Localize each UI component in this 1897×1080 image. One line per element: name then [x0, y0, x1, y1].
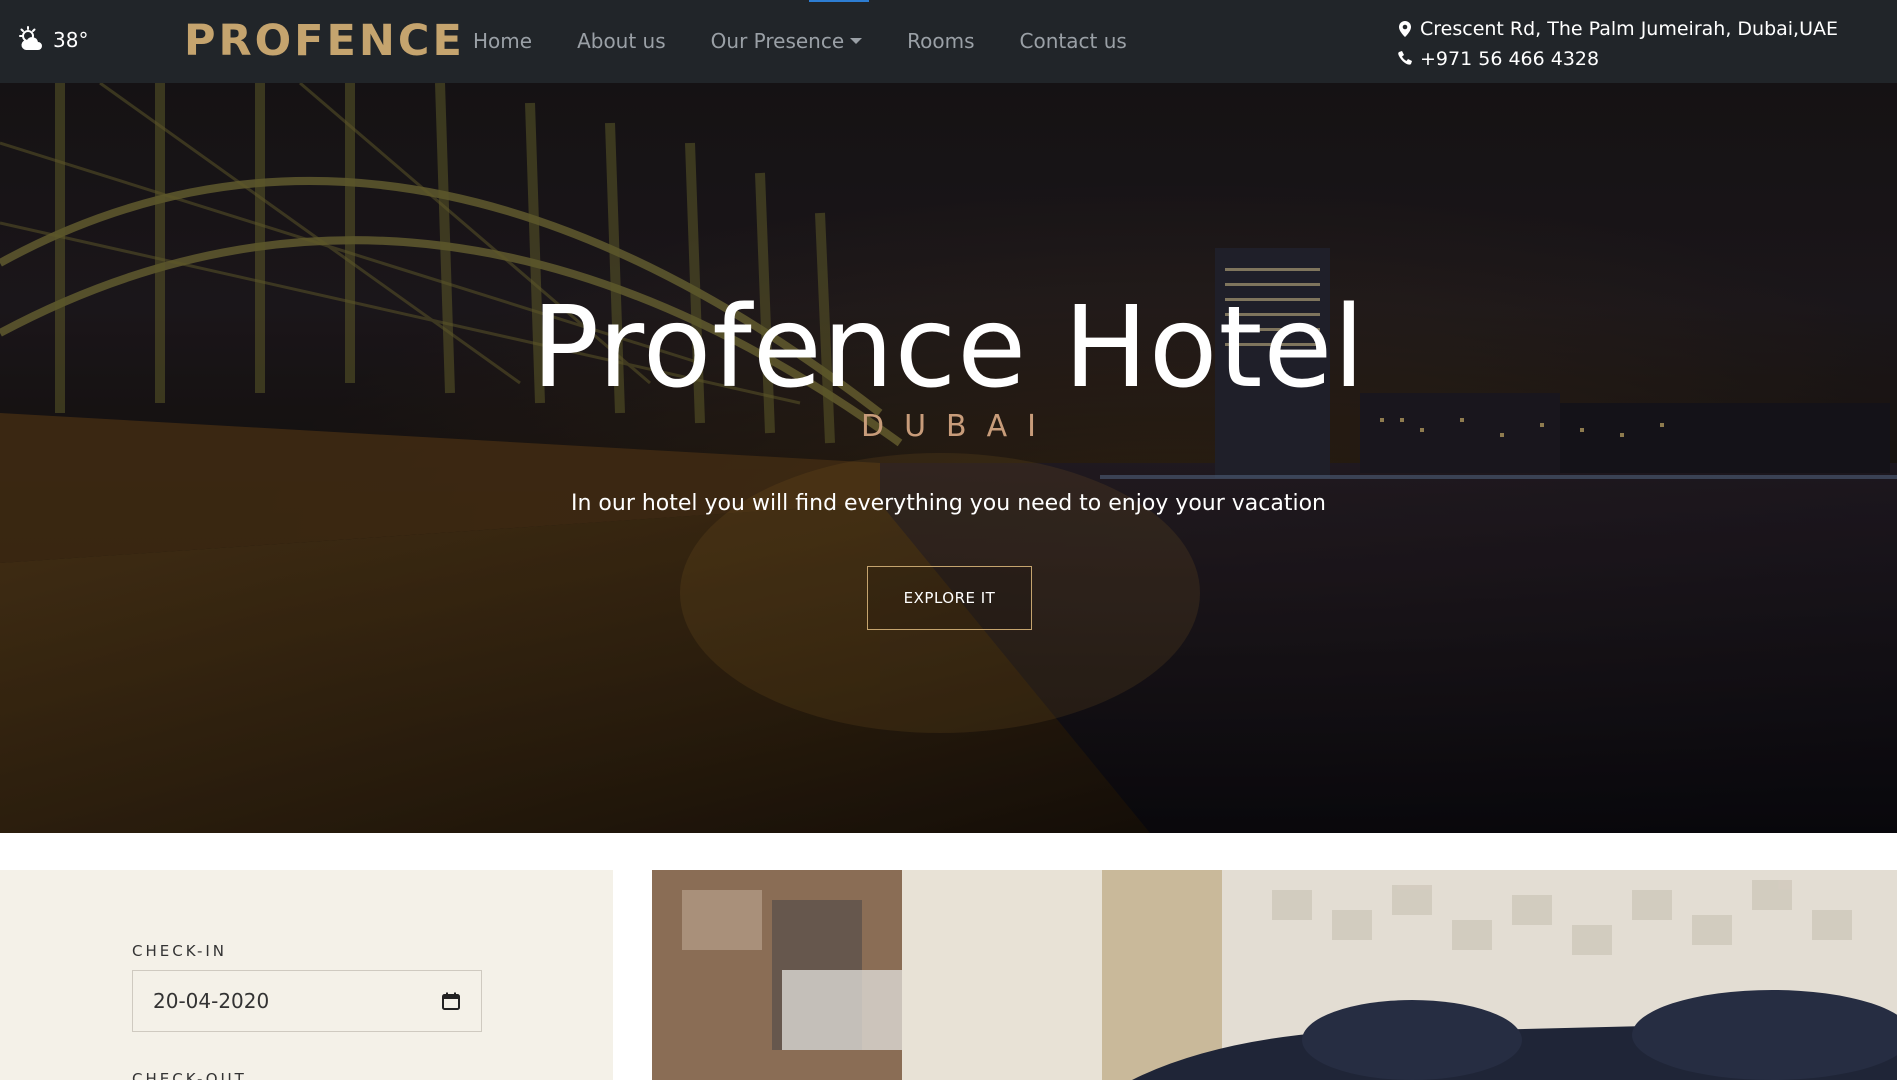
nav-contact-link[interactable]: Contact us — [1020, 29, 1127, 53]
checkin-date-input[interactable]: 20-04-2020 — [132, 970, 482, 1032]
nav-about-link[interactable]: About us — [577, 29, 666, 53]
address-row: Crescent Rd, The Palm Jumeirah, Dubai,UA… — [1396, 14, 1838, 44]
lobby-photo-graphic — [652, 870, 1897, 1080]
nav-home-link[interactable]: Home — [473, 29, 532, 53]
explore-button[interactable]: EXPLORE IT — [867, 566, 1032, 630]
phone-text[interactable]: +971 56 466 4328 — [1420, 44, 1599, 74]
nav-rooms-link[interactable]: Rooms — [907, 29, 974, 53]
nav-presence-label: Our Presence — [710, 29, 845, 53]
hero-banner: Profence Hotel DUBAI In our hotel you wi… — [0, 83, 1897, 833]
main-nav: Home About us Our Presence Rooms Contact… — [473, 29, 1172, 53]
weather-widget: 38° — [17, 26, 88, 54]
nav-rooms-label: Rooms — [907, 29, 975, 53]
active-indicator — [809, 0, 869, 2]
address-text: Crescent Rd, The Palm Jumeirah, Dubai,UA… — [1420, 18, 1839, 40]
checkout-label: CHECK-OUT — [132, 1070, 247, 1080]
phone-icon — [1398, 51, 1412, 65]
weather-partly-cloudy-icon — [19, 26, 42, 50]
hero-title: Profence Hotel — [531, 283, 1366, 413]
booking-panel: CHECK-IN 20-04-2020 CHECK-OUT — [0, 870, 613, 1080]
temperature-text: 38° — [53, 28, 89, 52]
phone-row: +971 56 466 4328 — [1396, 44, 1838, 74]
nav-contact-label: Contact us — [1019, 29, 1127, 53]
nav-home-label: Home — [473, 29, 533, 53]
nav-about-label: About us — [577, 29, 666, 53]
chevron-down-icon — [850, 38, 863, 44]
calendar-icon[interactable] — [441, 991, 461, 1011]
map-pin-icon — [1399, 21, 1411, 37]
hero-description: In our hotel you will find everything yo… — [571, 491, 1326, 516]
nav-presence-dropdown[interactable]: Our Presence — [711, 29, 863, 53]
checkin-label: CHECK-IN — [132, 942, 228, 960]
top-navbar: 38° PROFENCE Home About us Our Presence … — [0, 0, 1897, 83]
lobby-photo — [652, 870, 1897, 1080]
brand-logo[interactable]: PROFENCE — [184, 16, 465, 66]
contact-info: Crescent Rd, The Palm Jumeirah, Dubai,UA… — [1396, 14, 1838, 74]
hero-subtitle: DUBAI — [860, 409, 1056, 444]
checkin-date-value: 20-04-2020 — [153, 989, 270, 1013]
hero-background-image — [0, 83, 1897, 833]
